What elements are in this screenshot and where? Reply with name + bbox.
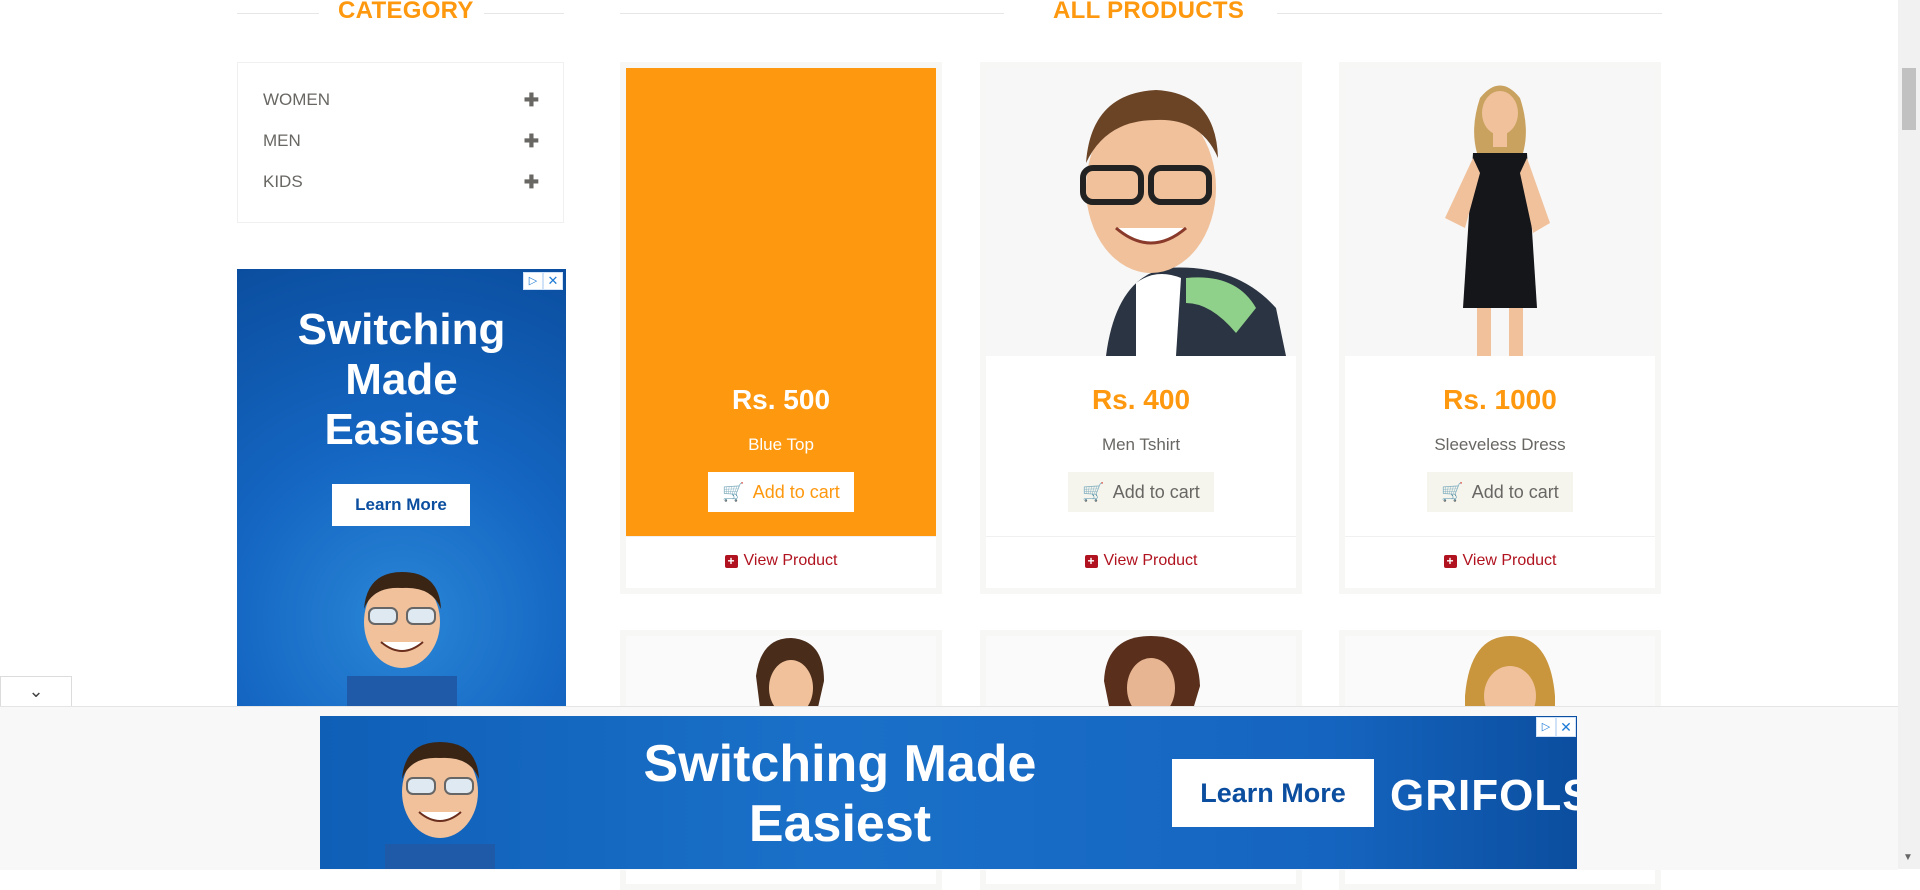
product-card[interactable]: Rs. 500 Blue Top 🛒 Add to cart + View Pr… <box>620 62 942 594</box>
product-image <box>986 68 1296 356</box>
view-product-link[interactable]: + View Product <box>626 552 936 570</box>
product-name: Sleeveless Dress <box>1434 435 1566 454</box>
heading-divider <box>484 13 564 14</box>
plus-square-icon: + <box>724 554 738 568</box>
product-image <box>626 636 936 716</box>
product-name: Blue Top <box>748 435 814 454</box>
divider <box>1345 536 1655 537</box>
category-item-kids[interactable]: KIDS ✚ <box>263 169 539 195</box>
add-to-cart-button[interactable]: 🛒 Add to cart <box>708 472 854 512</box>
category-panel: WOMEN ✚ MEN ✚ KIDS ✚ <box>237 62 564 223</box>
plus-square-icon: + <box>1443 554 1457 568</box>
scrollbar-thumb[interactable] <box>1902 68 1916 130</box>
cart-icon: 🛒 <box>1082 481 1105 502</box>
product-price: Rs. 500 <box>731 384 831 415</box>
add-to-cart-button[interactable]: 🛒 Add to cart <box>1427 472 1573 512</box>
divider <box>986 536 1296 537</box>
side-advertisement[interactable]: ▷ ✕ Switching Made Easiest Learn More <box>237 269 566 707</box>
bottom-advertisement[interactable]: Switching Made Easiest Learn More GRIFOL… <box>320 716 1577 869</box>
cart-icon: 🛒 <box>722 481 745 502</box>
product-hover-overlay <box>626 68 936 536</box>
product-card[interactable]: Rs. 400 Men Tshirt 🛒 Add to cart + View … <box>980 62 1302 594</box>
category-label: KIDS <box>263 172 303 191</box>
plus-icon[interactable]: ✚ <box>524 90 539 111</box>
product-image <box>1345 636 1655 726</box>
plus-icon[interactable]: ✚ <box>524 172 539 193</box>
product-image <box>986 636 1296 718</box>
adchoices-icon[interactable]: ▷ <box>523 272 543 290</box>
products-heading: ALL PRODUCTS <box>1053 0 1245 24</box>
learn-more-button[interactable]: Learn More <box>1172 759 1374 827</box>
heading-divider <box>237 13 319 14</box>
collapse-ad-button[interactable]: ⌄ <box>0 676 72 706</box>
heading-divider <box>620 13 1004 14</box>
category-heading: CATEGORY <box>338 0 474 24</box>
ad-headline: Switching Made Easiest <box>643 735 1037 853</box>
divider <box>626 536 936 537</box>
close-icon[interactable]: ✕ <box>543 272 563 290</box>
man-photo <box>986 68 1296 356</box>
product-image <box>1345 68 1655 356</box>
scroll-down-arrow-icon[interactable]: ▼ <box>1903 852 1913 863</box>
woman-photo <box>1345 68 1655 356</box>
category-item-men[interactable]: MEN ✚ <box>263 128 539 154</box>
product-price: Rs. 1000 <box>1443 384 1557 415</box>
view-product-link[interactable]: + View Product <box>1345 552 1655 570</box>
product-name: Men Tshirt <box>1101 435 1181 454</box>
heading-divider <box>1277 13 1662 14</box>
view-product-link[interactable]: + View Product <box>986 552 1296 570</box>
plus-icon[interactable]: ✚ <box>524 131 539 152</box>
ad-mascot-image <box>347 572 457 707</box>
category-label: MEN <box>263 131 301 150</box>
product-card[interactable]: Rs. 1000 Sleeveless Dress 🛒 Add to cart … <box>1339 62 1661 594</box>
category-item-women[interactable]: WOMEN ✚ <box>263 87 539 113</box>
brand-logo: GRIFOLS <box>1390 771 1577 820</box>
category-label: WOMEN <box>263 90 331 109</box>
close-icon[interactable]: ✕ <box>1556 717 1576 737</box>
chevron-down-icon: ⌄ <box>28 681 44 701</box>
page-scrollbar[interactable] <box>1898 0 1920 869</box>
ad-headline: Switching Made Easiest <box>297 305 506 454</box>
cart-icon: 🛒 <box>1441 481 1464 502</box>
adchoices-icon[interactable]: ▷ <box>1536 717 1556 737</box>
add-to-cart-button[interactable]: 🛒 Add to cart <box>1068 472 1214 512</box>
learn-more-button[interactable]: Learn More <box>332 484 470 526</box>
product-price: Rs. 400 <box>1091 384 1191 415</box>
ad-mascot-image <box>385 742 495 869</box>
plus-square-icon: + <box>1084 554 1098 568</box>
